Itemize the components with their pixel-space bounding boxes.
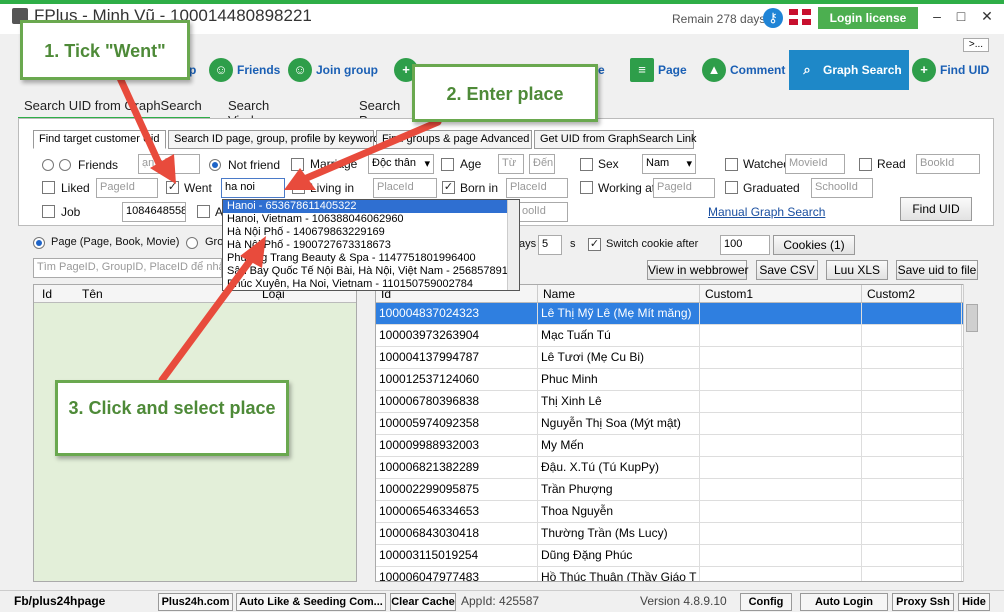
arrow-step1 [116, 74, 166, 174]
arrow-step3 [158, 254, 256, 384]
callout-step2: 2. Enter place [412, 64, 598, 122]
callout-step3: 3. Click and select place [55, 380, 289, 456]
arrow-step2 [298, 118, 442, 184]
callout-step1: 1. Tick "Went" [20, 20, 190, 80]
